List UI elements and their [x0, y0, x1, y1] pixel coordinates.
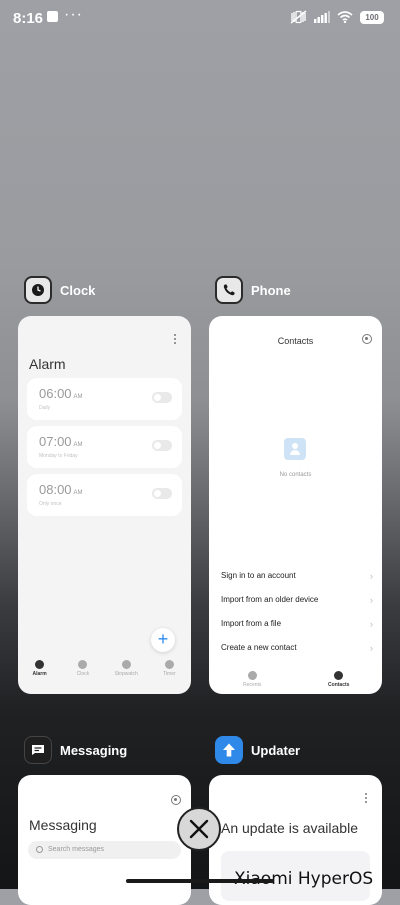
settings-icon [362, 334, 372, 344]
alarm-ampm: AM [73, 442, 83, 448]
contacts-title: Contacts [277, 336, 314, 346]
app-label-text: Phone [251, 282, 291, 298]
chevron-right-icon: › [370, 571, 373, 581]
add-alarm-button: + [151, 628, 175, 652]
clock-bottom-nav: Alarm Clock Stopwatch Timer [18, 660, 191, 690]
notification-icon [47, 11, 58, 22]
alarm-time: 07:00 [39, 434, 72, 449]
clock-icon [78, 660, 88, 669]
battery-icon: 100 [360, 10, 384, 24]
status-icons: 100 [290, 10, 384, 24]
menu-import-older-device: Import from an older device › [221, 595, 373, 605]
phone-bottom-nav: Recents Contacts [209, 671, 382, 688]
menu-label: Sign in to an account [221, 571, 296, 580]
nav-recents: Recents [232, 671, 272, 688]
clock-app-card[interactable]: Alarm 06:00 AM Daily 07:00 AM Monday to Fr… [18, 316, 191, 694]
alarm-toggle [152, 392, 172, 403]
nav-clock: Clock [63, 660, 103, 690]
phone-icon [247, 671, 257, 680]
alarm-repeat: Only once [39, 501, 62, 507]
nav-label: Timer [163, 671, 176, 677]
nav-label: Contacts [328, 682, 350, 688]
menu-create-contact: Create a new contact › [221, 643, 373, 653]
more-notifications-icon: ··· [64, 6, 83, 23]
settings-icon [171, 795, 181, 805]
messaging-app-card[interactable]: Messaging Search messages [18, 775, 191, 905]
stopwatch-icon [121, 660, 131, 669]
alarm-repeat: Daily [39, 405, 51, 411]
menu-label: Import from a file [221, 619, 282, 628]
status-bar: 8:16 ··· 100 [0, 0, 400, 36]
alarm-toggle [152, 488, 172, 499]
menu-label: Import from an older device [221, 595, 319, 604]
no-contacts-text: No contacts [279, 472, 312, 478]
status-time: 8:16 [13, 10, 44, 27]
home-gesture-bar[interactable] [126, 879, 274, 883]
vibrate-off-icon [290, 10, 307, 24]
alarm-item: 08:00 AM Only once [27, 474, 182, 516]
more-options-icon [174, 334, 177, 344]
chevron-right-icon: › [370, 619, 373, 629]
chevron-right-icon: › [370, 643, 373, 653]
menu-label: Create a new contact [221, 643, 297, 652]
nav-label: Clock [76, 671, 90, 677]
search-placeholder: Search messages [48, 846, 105, 853]
search-messages-field: Search messages [28, 841, 181, 859]
nav-label: Recents [243, 682, 262, 688]
nav-label: Stopwatch [114, 671, 138, 677]
alarm-title: Alarm [29, 356, 66, 372]
person-icon [334, 671, 344, 680]
alarm-ampm: AM [73, 490, 83, 496]
app-label-text: Messaging [60, 742, 128, 758]
updater-app-icon [215, 736, 243, 764]
phone-app-icon [215, 276, 243, 304]
contact-placeholder-icon [284, 438, 306, 460]
nav-contacts: Contacts [319, 671, 359, 688]
alarm-time: 06:00 [39, 386, 72, 401]
alarm-ampm: AM [73, 394, 83, 400]
nav-timer: Timer [149, 660, 189, 690]
wifi-icon [337, 11, 353, 23]
close-icon [189, 819, 209, 839]
messaging-title: Messaging [29, 817, 97, 833]
app-label-clock[interactable]: Clock [24, 276, 95, 304]
nav-alarm: Alarm [20, 660, 60, 690]
app-label-text: Clock [60, 282, 96, 298]
alarm-repeat: Monday to Friday [39, 453, 78, 459]
alarm-item: 07:00 AM Monday to Friday [27, 426, 182, 468]
menu-import-file: Import from a file › [221, 619, 373, 629]
app-label-text: Updater [251, 742, 301, 758]
messaging-app-icon [24, 736, 52, 764]
menu-sign-in: Sign in to an account › [221, 571, 373, 581]
app-label-messaging[interactable]: Messaging [24, 736, 127, 764]
chevron-right-icon: › [370, 595, 373, 605]
update-available-title: An update is available [221, 820, 358, 836]
app-label-updater[interactable]: Updater [215, 736, 300, 764]
nav-label: Alarm [32, 671, 47, 677]
clear-all-button[interactable] [177, 807, 221, 851]
signal-icon [314, 11, 330, 23]
clock-app-icon [24, 276, 52, 304]
more-options-icon [365, 793, 368, 803]
phone-app-card[interactable]: Contacts No contacts Sign in to an accou… [209, 316, 382, 694]
alarm-toggle [152, 440, 172, 451]
alarm-time: 08:00 [39, 482, 72, 497]
alarm-item: 06:00 AM Daily [27, 378, 182, 420]
hourglass-icon [164, 660, 174, 669]
app-label-phone[interactable]: Phone [215, 276, 291, 304]
nav-stopwatch: Stopwatch [106, 660, 146, 690]
search-icon [36, 846, 43, 853]
alarm-icon [35, 660, 45, 669]
